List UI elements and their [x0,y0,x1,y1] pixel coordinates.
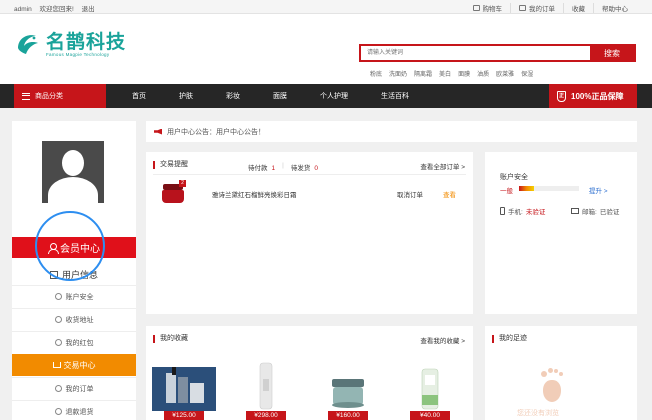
hotword[interactable]: 保湿 [521,69,533,78]
email-icon [571,208,579,214]
pending-payment-link[interactable]: 待付款 1 [248,162,275,172]
search-button[interactable]: 搜索 [590,46,634,60]
view-favorites-link[interactable]: 查看我的收藏 > [420,335,465,345]
hotword[interactable]: 隔离霜 [414,69,432,78]
quantity-badge: 2 [179,180,186,187]
product-name[interactable]: 雅诗兰黛红石榴鲜亮焕彩日霜 [212,189,297,199]
shield-icon: 正 [557,90,566,102]
hotword[interactable]: 粉底 [370,69,382,78]
favorite-product[interactable]: ¥125.00 [152,361,216,420]
hotword[interactable]: 油质 [477,69,489,78]
security-progress-bar [519,186,579,191]
favorites-link[interactable]: 收藏 [563,3,593,13]
hotword[interactable]: 欧莱雅 [496,69,514,78]
main-nav: 商品分类 首页 护肤 彩妆 面膜 个人护理 生活百科 正 100%正品保障 [0,84,652,108]
phone-status[interactable]: 未验证 [526,206,546,216]
product-price: ¥298.00 [246,411,286,420]
avatar[interactable] [42,141,104,203]
sidebar-item-address[interactable]: 收货地址 [12,308,136,330]
logo[interactable]: 名鹊科技 Famous Magpie Technology [14,30,126,58]
footprint-icon [537,368,567,404]
panel-title: 我的收藏 [153,335,188,343]
order-counts: 待付款 1 | 待发货 0 [248,162,318,172]
trade-center-button[interactable]: 交易中心 [12,354,136,376]
refund-icon [54,408,62,415]
email-verification: 邮箱: 已验证 [571,206,619,216]
product-price: ¥40.00 [410,411,450,420]
product-price: ¥125.00 [164,411,204,420]
user-info-icon [49,270,58,279]
hotword[interactable]: 洗面奶 [389,69,407,78]
panel-title: 交易提醒 [153,161,188,169]
favorite-product[interactable]: ¥160.00 [316,361,380,420]
logout-link[interactable]: 退出 [82,6,95,13]
search-input[interactable] [361,46,590,60]
cart-link[interactable]: 购物车 [465,3,511,13]
nav-item-encyclopedia[interactable]: 生活百科 [381,91,409,101]
sidebar-item-user-info[interactable]: 用户信息 [12,268,136,281]
favorite-product[interactable]: ¥298.00 [234,361,298,420]
view-order-button[interactable]: 查看 [443,189,456,199]
authentic-guarantee-banner: 正 100%正品保障 [549,84,637,108]
location-icon [54,316,62,323]
help-center-link[interactable]: 帮助中心 [593,3,636,13]
top-bar-user: admin 欢迎您回来! 退出 [14,3,101,13]
cancel-order-button[interactable]: 取消订单 [397,189,423,199]
upgrade-security-link[interactable]: 提升 > [589,185,608,195]
nav-item-home[interactable]: 首页 [132,91,146,101]
notice-bar: 用户中心公告：用户中心公告！ [146,121,637,142]
sidebar-item-account-security[interactable]: 账户安全 [12,285,136,307]
notice-text: 用户中心公告：用户中心公告！ [167,128,265,136]
account-security-panel: 账户安全 一般 提升 > 手机: 未验证 邮箱: 已验证 [485,152,637,314]
header: 名鹊科技 Famous Magpie Technology 搜索 粉底 洗面奶 … [0,14,652,84]
cart-icon [472,5,480,11]
view-all-orders-link[interactable]: 查看全部订单 > [420,161,465,171]
sidebar: 会员中心 用户信息 账户安全 收货地址 我的红包 交易中心 我的订单 退款退货 [12,121,136,420]
red-packet-icon [54,339,62,346]
username: admin [14,6,32,13]
logo-name: 名鹊科技 [46,30,127,53]
lock-icon [54,293,62,300]
sidebar-item-red-packet[interactable]: 我的红包 [12,331,136,353]
product-price: ¥160.00 [328,411,368,420]
pending-shipment-link[interactable]: 待发货 0 [291,162,318,172]
nav-item-makeup[interactable]: 彩妆 [226,91,240,101]
sidebar-item-refund[interactable]: 退款退货 [12,400,136,420]
category-menu-button[interactable]: 商品分类 [14,84,106,108]
user-icon [48,242,59,254]
order-icon [519,5,526,11]
menu-icon [22,92,30,100]
phone-verification: 手机: 未验证 [500,206,545,216]
nav-item-mask[interactable]: 面膜 [273,91,287,101]
empty-footprint-hint: 您还没有浏览 [517,410,559,417]
nav-links: 首页 护肤 彩妆 面膜 个人护理 生活百科 [132,84,442,108]
account-security-title: 账户安全 [500,174,528,181]
nav-item-skincare[interactable]: 护肤 [179,91,193,101]
hotword[interactable]: 面膜 [458,69,470,78]
hotword[interactable]: 美白 [439,69,451,78]
favorites-panel: 我的收藏 查看我的收藏 > ¥125.00 ¥298.00 ¥160.00 ¥4… [146,326,473,420]
phone-icon [500,207,505,215]
top-bar-links: 购物车 我的订单 收藏 帮助中心 [465,3,637,13]
footprint-panel: 我的足迹 您还没有浏览 [485,326,637,420]
email-status: 已验证 [599,209,620,216]
search-box: 搜索 [359,44,636,62]
panel-title: 我的足迹 [492,335,527,343]
megaphone-icon [154,128,162,135]
member-center-button[interactable]: 会员中心 [12,237,136,258]
nav-item-personal-care[interactable]: 个人护理 [320,91,348,101]
favorite-product[interactable]: ¥40.00 [398,361,462,420]
top-bar: admin 欢迎您回来! 退出 购物车 我的订单 收藏 帮助中心 [0,0,652,14]
my-orders-link[interactable]: 我的订单 [510,3,563,13]
sidebar-item-my-orders[interactable]: 我的订单 [12,377,136,399]
trade-reminder-panel: 交易提醒 待付款 1 | 待发货 0 查看全部订单 > 2 雅诗兰黛红石榴鲜亮焕彩日… [146,152,473,314]
security-level: 一般 [500,188,513,195]
magpie-logo-icon [14,30,42,58]
order-icon [54,385,62,392]
hot-keywords: 粉底 洗面奶 隔离霜 美白 面膜 油质 欧莱雅 保湿 [370,69,533,78]
welcome-text: 欢迎您回来! [39,6,74,13]
cart-icon [52,362,61,368]
